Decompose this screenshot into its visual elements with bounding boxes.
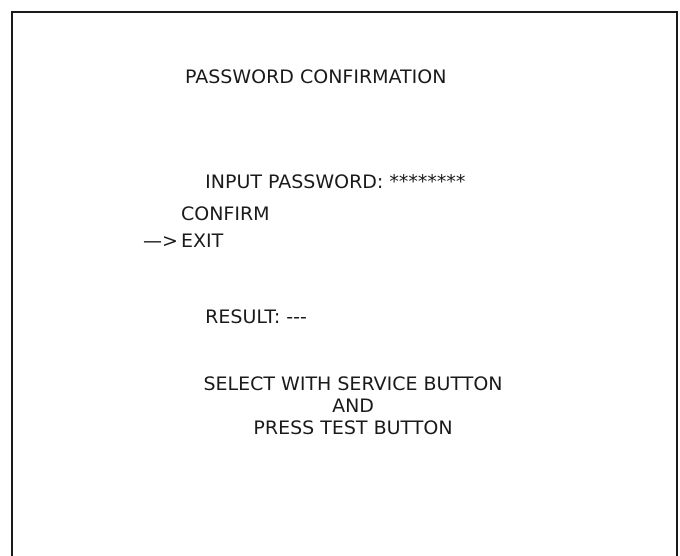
result-row: RESULT: --- [181,284,307,350]
instruction-line-1: SELECT WITH SERVICE BUTTON [203,373,503,395]
password-label: INPUT PASSWORD: [205,171,384,193]
instruction-line-3: PRESS TEST BUTTON [253,417,453,439]
result-label: RESULT: [205,306,281,328]
instruction-line-2: AND [332,395,374,417]
menu-item-exit[interactable]: EXIT [181,230,223,252]
menu-item-confirm[interactable]: CONFIRM [181,203,270,225]
selection-cursor-arrow: —> [143,230,178,252]
password-field[interactable]: ******** [389,171,465,193]
result-value: --- [286,306,307,328]
service-menu-screen: PASSWORD CONFIRMATION INPUT PASSWORD: ***… [11,11,678,556]
page-title: PASSWORD CONFIRMATION [185,66,447,88]
